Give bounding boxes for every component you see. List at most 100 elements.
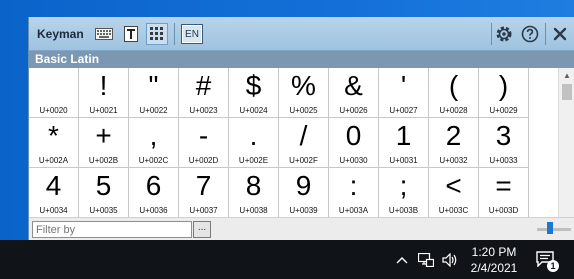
character-cell[interactable]: 2 U+0032 <box>429 118 479 168</box>
keyboard-button[interactable] <box>93 23 115 45</box>
text-format-icon <box>124 26 138 42</box>
clock-time: 1:20 PM <box>471 245 517 259</box>
character-cell[interactable]: 9 U+0039 <box>279 168 329 217</box>
character-cell[interactable]: 1 U+0031 <box>379 118 429 168</box>
help-icon <box>521 25 539 43</box>
character-cell[interactable]: / U+002F <box>279 118 329 168</box>
character-cell[interactable]: # U+0023 <box>179 68 229 118</box>
character-code: U+0029 <box>489 106 518 115</box>
notification-count-badge: 1 <box>547 260 559 272</box>
character-cell[interactable]: " U+0022 <box>129 68 179 118</box>
toolbar-separator <box>545 23 546 45</box>
character-cell[interactable]: 4 U+0034 <box>29 168 79 217</box>
clock-date: 2/4/2021 <box>470 261 518 275</box>
text-format-button[interactable] <box>120 23 142 45</box>
character-glyph: 0 <box>345 120 362 151</box>
character-code: U+003D <box>488 206 519 215</box>
keyman-character-map-window: Keyman EN Basic Latin U+0020 ! U+0021 " … <box>28 17 574 240</box>
character-glyph: 7 <box>195 170 212 201</box>
character-glyph: 2 <box>445 120 462 151</box>
close-button[interactable] <box>549 23 571 45</box>
character-glyph: - <box>198 120 209 151</box>
character-cell[interactable]: & U+0026 <box>329 68 379 118</box>
character-code: U+003B <box>388 206 419 215</box>
help-button[interactable] <box>519 23 541 45</box>
character-glyph: / <box>299 120 308 151</box>
character-cell[interactable]: + U+002B <box>79 118 129 168</box>
character-cell[interactable]: $ U+0024 <box>229 68 279 118</box>
character-glyph: 6 <box>145 170 162 201</box>
character-code: U+0022 <box>139 106 168 115</box>
character-cell[interactable]: = U+003D <box>479 168 529 217</box>
character-cell[interactable]: 5 U+0035 <box>79 168 129 217</box>
character-code: U+0034 <box>39 206 68 215</box>
character-code: U+002C <box>138 156 169 165</box>
character-cell[interactable]: , U+002C <box>129 118 179 168</box>
network-button[interactable] <box>418 253 434 267</box>
character-glyph: = <box>495 170 512 201</box>
character-code: U+0039 <box>289 206 318 215</box>
character-code: U+002B <box>88 156 119 165</box>
character-glyph: : <box>349 170 358 201</box>
show-hidden-icons-button[interactable] <box>396 253 408 267</box>
character-code: U+0036 <box>139 206 168 215</box>
scroll-up-arrow-icon[interactable]: ▲ <box>559 68 574 82</box>
zoom-slider-track[interactable] <box>537 228 571 231</box>
vertical-scrollbar[interactable]: ▲ <box>558 68 574 217</box>
character-code: U+0031 <box>389 156 418 165</box>
character-map-button[interactable] <box>146 23 168 45</box>
gear-icon <box>496 26 512 42</box>
character-code: U+0023 <box>189 106 218 115</box>
chevron-up-icon <box>396 257 408 264</box>
clock[interactable]: 1:20 PM 2/4/2021 <box>465 244 523 276</box>
character-cell[interactable]: 8 U+0038 <box>229 168 279 217</box>
filter-options-button[interactable]: ... <box>193 221 211 238</box>
character-cell[interactable]: U+0020 <box>29 68 79 118</box>
character-cell[interactable]: % U+0025 <box>279 68 329 118</box>
character-code: U+002A <box>38 156 69 165</box>
character-cell[interactable]: ; U+003B <box>379 168 429 217</box>
character-glyph: 3 <box>495 120 512 151</box>
character-glyph: 4 <box>45 170 62 201</box>
network-icon <box>418 253 434 267</box>
window-title: Keyman <box>37 27 84 41</box>
character-code: U+0038 <box>239 206 268 215</box>
character-cell[interactable]: ) U+0029 <box>479 68 529 118</box>
character-glyph: ; <box>399 170 408 201</box>
character-cell[interactable]: * U+002A <box>29 118 79 168</box>
language-button[interactable]: EN <box>181 24 203 44</box>
character-glyph: 9 <box>295 170 312 201</box>
character-glyph: % <box>291 70 316 101</box>
character-code: U+0030 <box>339 156 368 165</box>
character-code: U+0035 <box>89 206 118 215</box>
character-cell[interactable]: 3 U+0033 <box>479 118 529 168</box>
character-code: U+0027 <box>389 106 418 115</box>
scrollbar-thumb[interactable] <box>562 84 572 100</box>
character-cell[interactable]: 0 U+0030 <box>329 118 379 168</box>
character-code: U+0037 <box>189 206 218 215</box>
character-glyph: ) <box>498 70 509 101</box>
zoom-slider-thumb[interactable] <box>547 222 553 234</box>
character-glyph: ' <box>400 70 407 101</box>
volume-button[interactable] <box>442 253 458 267</box>
taskbar: 1:20 PM 2/4/2021 1 <box>0 240 574 279</box>
filter-input[interactable] <box>32 221 192 238</box>
character-cell[interactable]: . U+002E <box>229 118 279 168</box>
character-cell[interactable]: ! U+0021 <box>79 68 129 118</box>
character-cell[interactable]: (U+0028 <box>429 68 479 118</box>
character-glyph: < <box>445 170 462 201</box>
character-cell[interactable]: 7 U+0037 <box>179 168 229 217</box>
character-glyph: 5 <box>95 170 112 201</box>
settings-button[interactable] <box>493 23 515 45</box>
character-code: U+003C <box>438 206 469 215</box>
character-glyph: 8 <box>245 170 262 201</box>
keyboard-icon <box>95 28 113 40</box>
character-cell[interactable]: - U+002D <box>179 118 229 168</box>
character-glyph: + <box>95 120 112 151</box>
character-glyph: $ <box>245 70 262 101</box>
character-code: U+002E <box>238 156 269 165</box>
character-cell[interactable]: : U+003A <box>329 168 379 217</box>
character-cell[interactable]: < U+003C <box>429 168 479 217</box>
character-cell[interactable]: ' U+0027 <box>379 68 429 118</box>
character-cell[interactable]: 6 U+0036 <box>129 168 179 217</box>
